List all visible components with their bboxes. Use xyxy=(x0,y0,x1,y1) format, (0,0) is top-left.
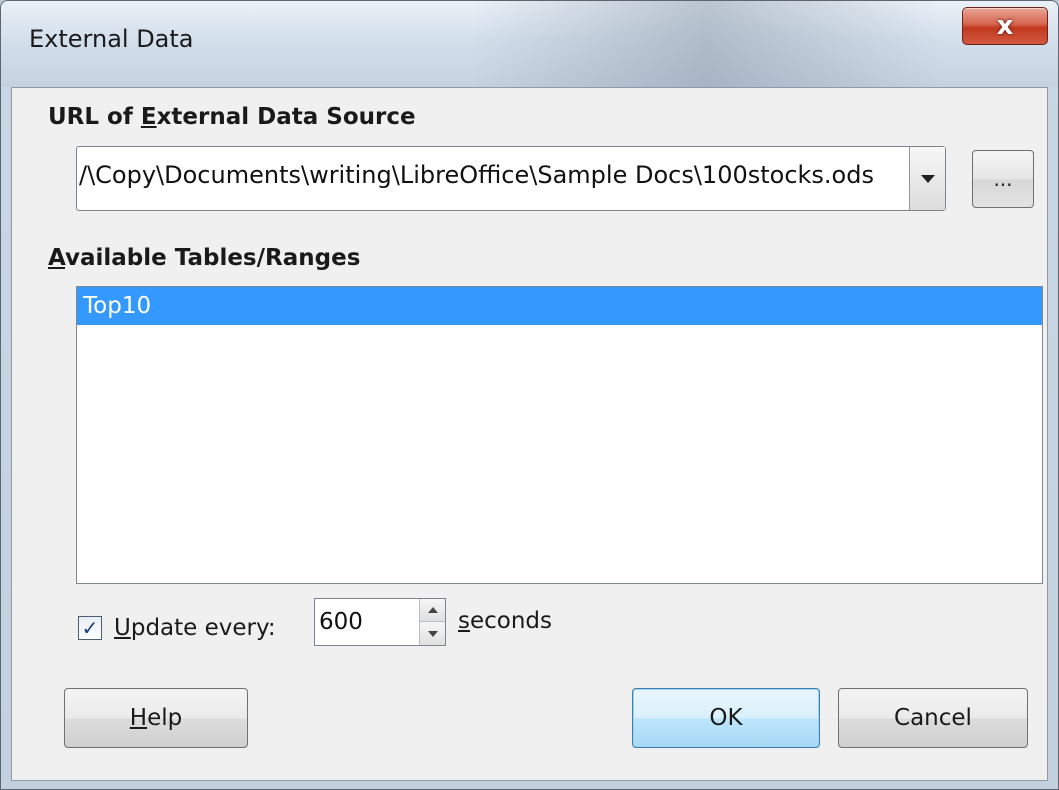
ok-button[interactable]: OK xyxy=(632,688,820,748)
tables-label-accelerator: A xyxy=(48,245,65,271)
url-combobox[interactable]: /\Copy\Documents\writing\LibreOffice\Sam… xyxy=(76,146,946,211)
dialog-body: URL of External Data Source /\Copy\Docum… xyxy=(11,87,1048,781)
spin-up-button[interactable] xyxy=(420,599,445,622)
seconds-label: seconds xyxy=(458,608,553,634)
spin-down-button[interactable] xyxy=(420,622,445,645)
interval-input[interactable]: 600 xyxy=(319,609,363,635)
interval-spinbox[interactable]: 600 xyxy=(314,598,446,646)
arrow-up-icon xyxy=(427,607,438,613)
update-every-row: ✓ Update every: xyxy=(78,605,276,651)
tables-section-label: Available Tables/Ranges xyxy=(48,245,361,271)
url-label-accelerator: E xyxy=(140,104,157,130)
url-section-label: URL of External Data Source xyxy=(48,104,416,130)
url-dropdown-button[interactable] xyxy=(909,147,945,210)
chevron-down-icon xyxy=(920,174,935,183)
close-button[interactable]: x xyxy=(962,7,1048,45)
external-data-dialog: External Data x URL of External Data Sou… xyxy=(0,0,1059,790)
spin-buttons xyxy=(419,599,445,645)
help-button[interactable]: Help xyxy=(64,688,248,748)
list-item[interactable]: Top10 xyxy=(77,287,1042,325)
title-bar-glass xyxy=(471,1,941,87)
update-every-checkbox[interactable]: ✓ xyxy=(78,616,102,640)
url-input[interactable]: /\Copy\Documents\writing\LibreOffice\Sam… xyxy=(79,161,899,189)
browse-button[interactable]: ... xyxy=(972,150,1034,208)
checkmark-icon: ✓ xyxy=(81,616,99,640)
title-bar[interactable]: External Data x xyxy=(1,1,1058,87)
tables-listbox[interactable]: Top10 xyxy=(76,286,1043,584)
arrow-down-icon xyxy=(427,630,438,637)
cancel-button[interactable]: Cancel xyxy=(838,688,1028,748)
close-icon: x xyxy=(996,11,1014,41)
dialog-title: External Data xyxy=(29,25,194,53)
update-every-label[interactable]: Update every: xyxy=(114,615,276,641)
